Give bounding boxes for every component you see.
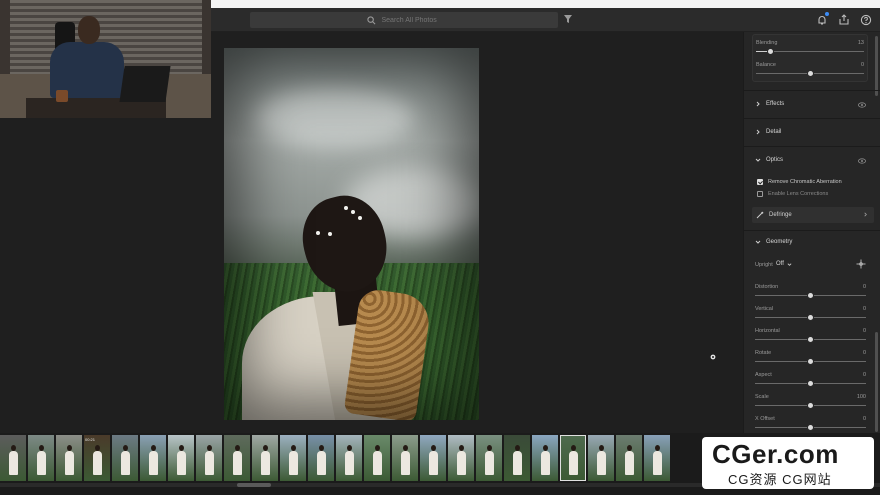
filmstrip-thumbnail[interactable] <box>364 435 390 481</box>
chevron-right-icon <box>864 212 867 217</box>
filmstrip-thumbnail[interactable] <box>392 435 418 481</box>
share-icon <box>839 14 849 25</box>
filmstrip-thumbnails: 00:21 <box>0 435 670 481</box>
balance-label: Balance <box>756 62 776 68</box>
search-input[interactable] <box>381 16 442 24</box>
defringe-label: Defringe <box>769 212 792 218</box>
defringe-row[interactable]: Defringe <box>752 207 874 223</box>
filmstrip-thumbnail[interactable] <box>196 435 222 481</box>
lens-corrections-checkbox[interactable] <box>757 191 763 197</box>
geometry-slider-value: 100 <box>856 394 866 400</box>
geometry-slider-handle[interactable] <box>807 314 814 321</box>
blending-value: 13 <box>857 40 864 46</box>
blending-label: Blending <box>756 40 778 46</box>
filmstrip-thumbnail[interactable] <box>28 435 54 481</box>
filmstrip-thumbnail[interactable] <box>504 435 530 481</box>
section-detail[interactable]: Detail <box>755 129 781 135</box>
geometry-slider-label: Scale <box>755 394 769 400</box>
eyedropper-icon <box>756 211 764 219</box>
filmstrip-thumbnail[interactable] <box>532 435 558 481</box>
chevron-right-icon <box>756 101 760 107</box>
video-duration-badge: 00:21 <box>85 437 96 442</box>
blending-slider-handle[interactable] <box>766 48 774 55</box>
notification-badge <box>825 12 829 16</box>
eye-icon[interactable] <box>858 158 866 164</box>
photo-preview[interactable] <box>224 48 479 420</box>
laptop <box>119 66 171 102</box>
filmstrip-thumbnail[interactable] <box>56 435 82 481</box>
section-geometry[interactable]: Geometry <box>755 239 792 245</box>
filmstrip-thumbnail[interactable] <box>420 435 446 481</box>
filmstrip-thumbnail[interactable] <box>280 435 306 481</box>
upright-dropdown[interactable]: Off <box>776 261 792 267</box>
remove-chromatic-aberration-label: Remove Chromatic Aberration <box>768 179 842 185</box>
panel-scrollbar[interactable] <box>875 36 878 96</box>
notifications-button[interactable] <box>816 12 829 25</box>
chevron-down-icon <box>755 240 761 244</box>
filmstrip-thumbnail[interactable] <box>168 435 194 481</box>
filmstrip-thumbnail[interactable] <box>644 435 670 481</box>
filmstrip-thumbnail[interactable] <box>588 435 614 481</box>
geometry-slider-label: Distortion <box>755 284 779 290</box>
remove-chromatic-aberration-checkbox[interactable] <box>757 179 763 185</box>
geometry-slider-value: 0 <box>862 350 866 356</box>
geometry-slider-label: Aspect <box>755 372 772 378</box>
edit-panel: Blending 13 Balance 0 Effects Detail Opt… <box>743 32 880 440</box>
help-icon <box>860 14 872 26</box>
geometry-slider-value: 0 <box>862 372 866 378</box>
top-bar <box>211 8 880 32</box>
share-button[interactable] <box>838 13 850 25</box>
chevron-down-icon <box>787 262 792 266</box>
panel-scrollbar-lower[interactable] <box>875 332 878 432</box>
filmstrip-thumbnail[interactable] <box>308 435 334 481</box>
section-optics[interactable]: Optics <box>755 157 783 163</box>
balance-value: 0 <box>860 62 864 68</box>
filmstrip-thumbnail[interactable] <box>112 435 138 481</box>
geometry-slider-handle[interactable] <box>807 380 814 387</box>
geometry-slider-value: 0 <box>862 416 866 422</box>
lightroom-app: Blending 13 Balance 0 Effects Detail Opt… <box>0 0 880 495</box>
geometry-slider-handle[interactable] <box>807 358 814 365</box>
geometry-slider-value: 0 <box>862 306 866 312</box>
webcam-overlay <box>0 0 211 118</box>
watermark-main: CGer.com <box>712 439 839 469</box>
eye-icon[interactable] <box>858 102 866 108</box>
watermark-sub: CG资源 CG网站 <box>728 472 832 487</box>
guided-upright-icon[interactable] <box>856 259 866 269</box>
filter-icon[interactable] <box>563 14 573 24</box>
lens-corrections-label: Enable Lens Corrections <box>768 191 829 197</box>
filmstrip-thumbnail[interactable] <box>336 435 362 481</box>
filmstrip-thumbnail[interactable] <box>0 435 26 481</box>
filmstrip-thumbnail[interactable] <box>224 435 250 481</box>
geometry-slider-label: X Offset <box>755 416 775 422</box>
filmstrip-thumbnail[interactable] <box>616 435 642 481</box>
filmstrip-thumbnail[interactable] <box>476 435 502 481</box>
geometry-slider-handle[interactable] <box>807 424 814 431</box>
upright-label: Upright <box>755 262 773 268</box>
chevron-right-icon <box>756 129 760 135</box>
geometry-slider-value: 0 <box>862 328 866 334</box>
geometry-slider-label: Rotate <box>755 350 772 356</box>
geometry-slider-value: 0 <box>862 284 866 290</box>
chevron-down-icon <box>755 158 761 162</box>
geometry-slider-label: Vertical <box>755 306 774 312</box>
filmstrip-thumbnail[interactable] <box>448 435 474 481</box>
search-bar[interactable] <box>250 12 558 28</box>
section-effects[interactable]: Effects <box>755 101 784 107</box>
search-icon <box>366 15 375 24</box>
geometry-slider-handle[interactable] <box>807 402 814 409</box>
filmstrip-thumbnail[interactable] <box>560 435 586 481</box>
light-group: Blending 13 Balance 0 <box>752 34 868 82</box>
geometry-slider-label: Horizontal <box>755 328 780 334</box>
watermark: CGer.com CG资源 CG网站 <box>702 437 874 489</box>
geometry-slider-handle[interactable] <box>807 336 814 343</box>
filmstrip-thumbnail[interactable]: 00:21 <box>84 435 110 481</box>
balance-slider-handle[interactable] <box>806 70 814 77</box>
geometry-slider-handle[interactable] <box>807 292 814 299</box>
help-button[interactable] <box>860 13 872 26</box>
gear-cursor-icon <box>710 354 716 360</box>
filmstrip-thumbnail[interactable] <box>252 435 278 481</box>
filmstrip-thumbnail[interactable] <box>140 435 166 481</box>
